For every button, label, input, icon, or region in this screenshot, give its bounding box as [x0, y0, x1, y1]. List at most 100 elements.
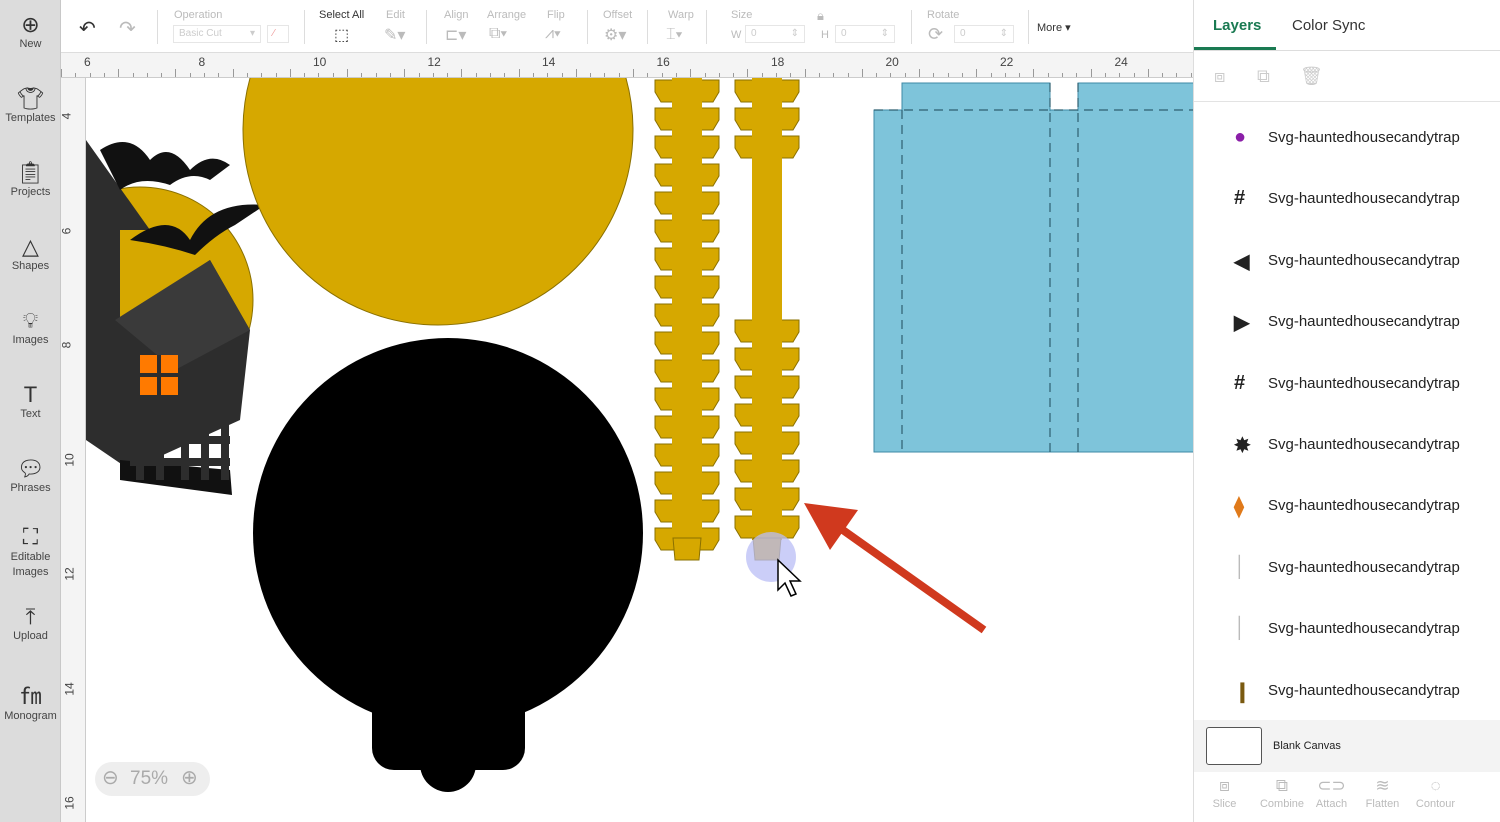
- delete-icon[interactable]: 🗑︎: [1300, 66, 1323, 87]
- ruler-label: 14: [62, 681, 77, 696]
- line-icon: │: [1234, 555, 1247, 578]
- layer-item[interactable]: ▶ Svg-hauntedhousecandytrap: [1194, 302, 1500, 342]
- slice-icon: ⧈: [1219, 776, 1230, 795]
- flatten-icon: ≋: [1375, 776, 1390, 795]
- bulb-icon: 💡︎: [22, 308, 39, 333]
- sidebar-item-upload[interactable]: ⤒ Upload: [0, 604, 61, 642]
- sidebar-item-shapes[interactable]: △ Shapes: [0, 234, 61, 272]
- speech-icon: 💬︎: [16, 456, 45, 481]
- editable-icon: ⛶: [22, 524, 39, 549]
- triangle-right-icon: ▶: [1234, 312, 1250, 335]
- sidebar-item-new[interactable]: ⊕ New: [0, 12, 61, 50]
- layer-item[interactable]: │ Svg-hauntedhousecandytrap: [1194, 548, 1500, 588]
- operation-select[interactable]: Basic Cut ▾: [173, 25, 261, 43]
- blank-canvas-row[interactable]: Blank Canvas: [1194, 720, 1500, 772]
- layer-item[interactable]: ❙ Svg-hauntedhousecandytrap: [1194, 671, 1500, 711]
- tab-layers[interactable]: Layers: [1213, 17, 1261, 34]
- ruler-label: 22: [1000, 55, 1014, 69]
- zoom-level: 75%: [130, 768, 169, 789]
- clipboard-icon: 📋︎: [16, 160, 45, 185]
- redo-icon[interactable]: ↷: [119, 16, 136, 41]
- layer-item[interactable]: ✸ Svg-hauntedhousecandytrap: [1194, 425, 1500, 465]
- ruler-label: 16: [62, 796, 77, 810]
- layers-panel: Layers Color Sync ⧈ ⧉ 🗑︎ ● Svg-hauntedhou…: [1193, 0, 1500, 822]
- horizontal-ruler: 6 8 10 12 14 16 18 20 22 24: [61, 53, 1193, 78]
- ruler-label: 8: [198, 55, 206, 69]
- left-sidebar: ⊕ New 👕︎ Templates 📋︎ Projects △ Shapes 💡︎ Im…: [0, 0, 61, 822]
- duplicate-icon[interactable]: ⧉: [1257, 66, 1270, 87]
- canvas-swatch[interactable]: [1206, 727, 1262, 765]
- rotate-icon: ⟳: [928, 24, 944, 44]
- vertical-ruler: 4 6 8 10 12 14 16: [59, 78, 86, 822]
- ruler-label: 18: [771, 55, 785, 69]
- undo-icon[interactable]: ↶: [79, 16, 96, 41]
- text-icon: T: [23, 382, 38, 407]
- tab-strip-shape[interactable]: [654, 78, 720, 561]
- plus-circle-icon: ⊕: [21, 12, 40, 37]
- sidebar-item-templates[interactable]: 👕︎ Templates: [0, 86, 61, 124]
- flatten-button[interactable]: ≋ Flatten: [1360, 776, 1405, 810]
- group-icon[interactable]: ⧈: [1214, 66, 1225, 87]
- zoom-control: ⊖ 75% ⊕: [95, 762, 210, 796]
- ruler-label: 6: [84, 55, 91, 69]
- fence-icon: #: [1234, 371, 1246, 394]
- candy-icon: ●: [1234, 126, 1247, 148]
- attach-button[interactable]: ⊂⊃ Attach: [1309, 776, 1354, 810]
- shapes-icon: △: [22, 234, 39, 259]
- sidebar-item-phrases[interactable]: 💬︎ Phrases: [0, 456, 61, 494]
- fence-icon: #: [1234, 187, 1246, 210]
- tree-icon: ✸: [1234, 435, 1251, 457]
- stick-icon: ❙: [1234, 680, 1251, 703]
- layer-item[interactable]: # Svg-hauntedhousecandytrap: [1194, 364, 1500, 404]
- layer-item[interactable]: ● Svg-hauntedhousecandytrap: [1194, 118, 1500, 158]
- sidebar-item-projects[interactable]: 📋︎ Projects: [0, 160, 61, 198]
- flip-icon[interactable]: ⩘▾: [545, 25, 561, 43]
- zoom-out-button[interactable]: ⊖: [102, 765, 119, 790]
- lock-icon[interactable]: 🔒︎: [817, 8, 824, 24]
- ruler-label: 20: [885, 55, 899, 69]
- upload-icon: ⤒: [25, 604, 36, 629]
- contour-icon: ◌: [1430, 776, 1441, 795]
- ruler-label: 16: [656, 55, 670, 69]
- select-all-icon[interactable]: ⬚: [334, 25, 349, 45]
- candy-corn-icon: ⧫: [1234, 496, 1244, 519]
- layer-item[interactable]: ⧫ Svg-hauntedhousecandytrap: [1194, 486, 1500, 526]
- ruler-label: 10: [62, 452, 77, 467]
- layer-item[interactable]: ◀ Svg-hauntedhousecandytrap: [1194, 241, 1500, 281]
- toolbar: ↶ ↷ Operation Basic Cut ▾ ⁄ Select All ⬚…: [61, 0, 1193, 53]
- design-canvas[interactable]: [86, 78, 1193, 822]
- rotate-input[interactable]: 0 ⇕: [954, 25, 1014, 43]
- blue-box-shape[interactable]: [873, 82, 1193, 453]
- more-button[interactable]: More ▾: [1037, 21, 1071, 34]
- sidebar-item-images[interactable]: 💡︎ Images: [0, 308, 61, 346]
- linetype-color-swatch[interactable]: ⁄: [267, 25, 289, 43]
- yellow-circle-shape[interactable]: [242, 78, 634, 326]
- layer-item[interactable]: │ Svg-hauntedhousecandytrap: [1194, 609, 1500, 649]
- attach-icon: ⊂⊃: [1317, 776, 1346, 795]
- edit-pencil-icon[interactable]: ✎▾: [384, 25, 405, 45]
- select-all-label[interactable]: Select All: [319, 9, 364, 21]
- height-input[interactable]: 0 ⇕: [835, 25, 895, 43]
- combine-button[interactable]: ⧉ Combine: [1252, 776, 1312, 810]
- tab-strip-shape[interactable]: [734, 78, 800, 561]
- arrange-icon[interactable]: ⧉▾: [489, 25, 507, 43]
- sidebar-item-text[interactable]: T Text: [0, 382, 61, 420]
- warp-icon[interactable]: ⌶▾: [666, 26, 682, 44]
- red-arrow-annotation: [804, 503, 987, 634]
- ruler-label: 14: [542, 55, 556, 69]
- width-input[interactable]: 0 ⇕: [745, 25, 805, 43]
- haunted-house-image[interactable]: [86, 140, 265, 495]
- zoom-in-button[interactable]: ⊕: [181, 765, 198, 790]
- contour-button[interactable]: ◌ Contour: [1413, 776, 1458, 810]
- slice-button[interactable]: ⧈ Slice: [1202, 776, 1247, 810]
- ruler-label: 6: [59, 227, 74, 234]
- black-candy-shape[interactable]: [253, 338, 643, 792]
- line-icon: │: [1234, 617, 1247, 640]
- sidebar-item-editable-images[interactable]: ⛶ Editable Images: [0, 524, 61, 580]
- layer-item[interactable]: # Svg-hauntedhousecandytrap: [1194, 179, 1500, 219]
- tab-color-sync[interactable]: Color Sync: [1292, 17, 1365, 34]
- align-icon[interactable]: ⊏▾: [445, 25, 466, 45]
- ruler-label: 12: [62, 567, 77, 581]
- sidebar-item-monogram[interactable]: ㎙ Monogram: [0, 684, 61, 722]
- offset-icon[interactable]: ⚙▾: [604, 25, 626, 45]
